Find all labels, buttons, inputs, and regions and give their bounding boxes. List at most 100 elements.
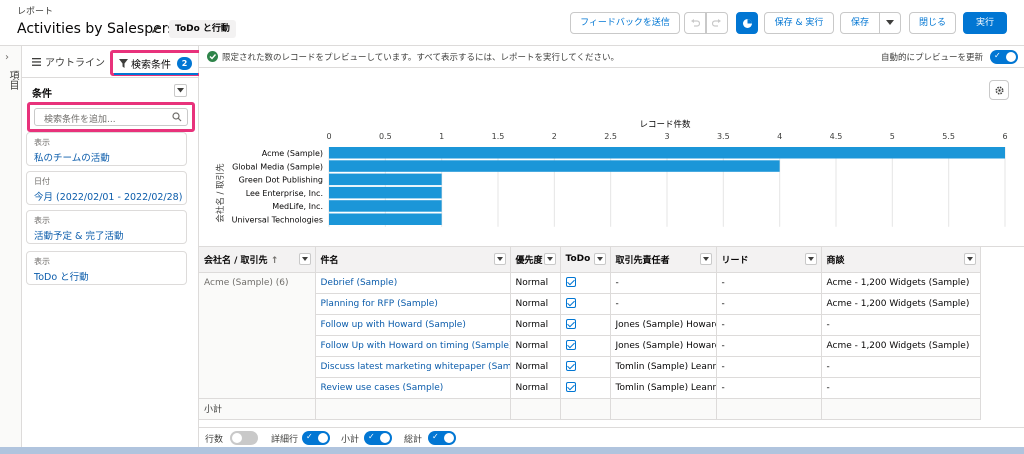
- close-button[interactable]: 閉じる: [909, 12, 956, 34]
- column-menu-button[interactable]: [963, 253, 976, 265]
- opportunity-cell: Acme - 1,200 Widgets (Sample): [821, 272, 981, 294]
- subject-link[interactable]: Follow Up with Howard on timing (Sample): [315, 335, 511, 357]
- redo-button[interactable]: [706, 12, 728, 34]
- checkbox-checked-icon: [565, 298, 576, 309]
- run-button[interactable]: 実行: [963, 12, 1007, 34]
- subject-link[interactable]: Planning for RFP (Sample): [315, 293, 511, 315]
- filter-card-label: 表示: [34, 257, 50, 266]
- filter-icon: [119, 58, 128, 68]
- row-count-toggle[interactable]: [230, 431, 258, 445]
- subject-link[interactable]: Debrief (Sample): [315, 272, 511, 294]
- tab-filters-label: 検索条件: [131, 59, 171, 71]
- opportunity-cell: Acme - 1,200 Widgets (Sample): [821, 293, 981, 315]
- todo-cell: [560, 356, 611, 378]
- chart-x-tick-label: 5.5: [942, 132, 955, 141]
- contact-cell: -: [610, 293, 717, 315]
- lead-cell: -: [716, 377, 822, 399]
- send-feedback-button[interactable]: フィードバックを送信: [570, 12, 680, 34]
- filter-card-activity-type[interactable]: 表示 ToDo と行動: [26, 251, 187, 285]
- column-header-lead[interactable]: リード: [716, 247, 822, 273]
- chart-category-label: Acme (Sample): [262, 149, 323, 158]
- chevron-right-icon[interactable]: ›: [5, 52, 9, 63]
- column-menu-button[interactable]: [593, 253, 606, 265]
- opportunity-cell: Acme - 1,200 Widgets (Sample): [821, 335, 981, 357]
- column-header-opportunity[interactable]: 商談: [821, 247, 981, 273]
- column-menu-button[interactable]: [804, 253, 817, 265]
- chart-bar[interactable]: [329, 147, 1005, 159]
- sort-ascending-icon[interactable]: ↑: [271, 256, 279, 266]
- column-header-subject[interactable]: 件名: [315, 247, 511, 273]
- subtotals-toggle[interactable]: ✓: [364, 431, 392, 445]
- opportunity-cell: -: [821, 377, 981, 399]
- chart-settings-button[interactable]: [989, 80, 1009, 100]
- chart-title: レコード件数: [639, 119, 691, 130]
- active-tab-indicator: [114, 73, 198, 75]
- column-header-todo[interactable]: ToDo: [560, 247, 611, 273]
- subject-link[interactable]: Discuss latest marketing whitepaper (Sam…: [315, 356, 511, 378]
- detail-rows-toggle[interactable]: ✓: [302, 431, 330, 445]
- chart-toggle-button[interactable]: [736, 12, 758, 34]
- chart-x-tick-label: 3: [664, 132, 669, 141]
- contact-cell: Tomlin (Sample) Leanne: [610, 377, 717, 399]
- checkbox-checked-icon: [565, 277, 576, 288]
- chart-x-tick-label: 4.5: [830, 132, 843, 141]
- chart-bar[interactable]: [329, 186, 442, 199]
- column-menu-button[interactable]: [543, 253, 556, 265]
- column-header-account[interactable]: 会社名 / 取引先 ↑: [199, 247, 316, 273]
- column-header-label: 商談: [826, 255, 845, 266]
- filter-card-value: ToDo と行動: [34, 272, 89, 283]
- priority-cell: Normal: [510, 314, 561, 336]
- filter-card-value: 私のチームの活動: [34, 153, 110, 164]
- filter-card-scope[interactable]: 表示 私のチームの活動: [26, 132, 187, 166]
- save-and-run-button[interactable]: 保存 & 実行: [764, 12, 834, 34]
- filter-card-date[interactable]: 日付 今月 (2022/02/01 - 2022/02/28): [26, 171, 187, 205]
- add-filter-input[interactable]: 検索条件を追加...: [34, 108, 188, 126]
- filter-card-status[interactable]: 表示 活動予定 & 完了活動: [26, 210, 187, 244]
- bar-chart: レコード件数 会社名 / 取引先 0 0.5 1 1.5 2 2.5 3 3.5 4 4.5 5 5.…: [215, 119, 1008, 227]
- priority-cell: Normal: [510, 272, 561, 294]
- fields-rail-label[interactable]: 項目: [5, 70, 20, 90]
- auto-preview-toggle[interactable]: ✓: [990, 50, 1018, 64]
- table-row: Review use cases (Sample) Normal Tomlin …: [199, 377, 981, 399]
- detail-rows-label: 詳細行: [271, 435, 299, 445]
- chart-bar[interactable]: [329, 200, 442, 212]
- chart-bar[interactable]: [329, 173, 442, 186]
- todo-cell: [560, 377, 611, 399]
- lead-cell: -: [716, 293, 822, 315]
- todo-cell: [560, 314, 611, 336]
- fields-rail[interactable]: › 項目: [0, 46, 22, 454]
- column-menu-button[interactable]: [699, 253, 712, 265]
- chart-x-tick-label: 0.5: [379, 132, 392, 141]
- column-header-label: 優先度: [515, 255, 543, 266]
- conditions-menu-button[interactable]: [174, 84, 187, 97]
- pie-chart-icon: [742, 18, 752, 28]
- filter-card-label: 日付: [34, 177, 50, 186]
- chart-bar[interactable]: [329, 160, 780, 172]
- undo-button[interactable]: [684, 12, 706, 34]
- column-menu-button[interactable]: [298, 253, 311, 265]
- column-menu-button[interactable]: [493, 253, 506, 265]
- table-row: Acme (Sample) (6) Debrief (Sample) Norma…: [199, 272, 981, 399]
- chart-y-axis-title: 会社名 / 取引先: [215, 163, 226, 223]
- subject-link[interactable]: Review use cases (Sample): [315, 377, 511, 399]
- grand-total-toggle[interactable]: ✓: [428, 431, 456, 445]
- column-header-priority[interactable]: 優先度: [510, 247, 561, 273]
- report-type-badge: ToDo と行動: [169, 20, 236, 38]
- report-header: レポート Activities by Salesperson ToDo と行動 …: [0, 0, 1024, 46]
- contact-cell: Jones (Sample) Howard: [610, 314, 717, 336]
- chart-x-tick-label: 0: [326, 132, 331, 141]
- group-cell-account: Acme (Sample) (6): [199, 272, 316, 399]
- chart-x-tick-label: 4: [777, 132, 782, 141]
- chart-bar[interactable]: [329, 213, 442, 226]
- subtotal-row: 小計: [199, 398, 981, 420]
- column-header-contact[interactable]: 取引先責任者: [610, 247, 717, 273]
- save-button[interactable]: 保存: [840, 12, 880, 34]
- breadcrumb[interactable]: レポート: [17, 4, 53, 17]
- save-menu-button[interactable]: [879, 12, 901, 34]
- pencil-icon[interactable]: [150, 23, 162, 35]
- chart-category-label: MedLife, Inc.: [272, 202, 323, 211]
- subject-link[interactable]: Follow up with Howard (Sample): [315, 314, 511, 336]
- chart-x-tick-label: 3.5: [717, 132, 730, 141]
- tab-outline[interactable]: アウトライン: [32, 54, 105, 69]
- grand-total-label: 総計: [404, 435, 423, 445]
